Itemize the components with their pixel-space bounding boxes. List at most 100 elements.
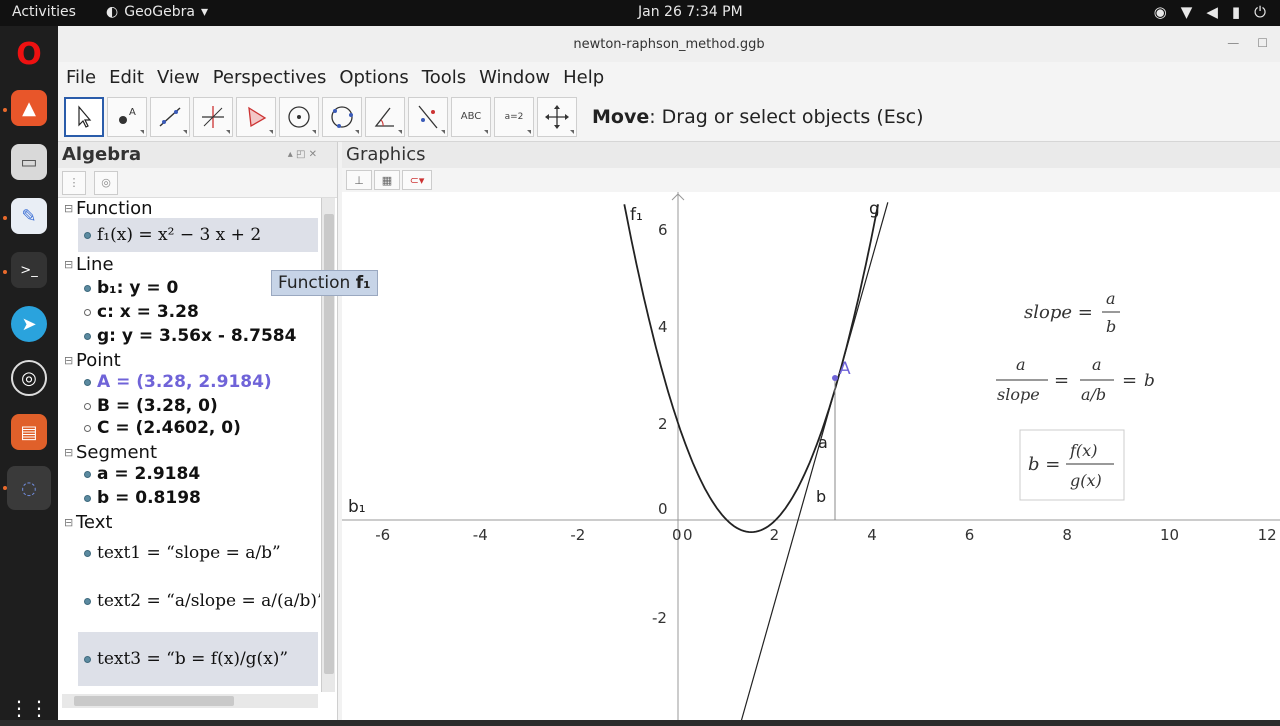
list-item-f1[interactable]: f₁(x) = x² − 3 x + 2 (78, 218, 318, 252)
brave-icon[interactable]: ▲ (11, 90, 47, 126)
label-f1: f₁ (630, 205, 643, 225)
text-tool-button[interactable]: ABC (451, 96, 491, 137)
list-item-C[interactable]: C = (2.4602, 0) (78, 418, 241, 438)
y-tick-label: 2 (658, 415, 668, 433)
text-editor-icon[interactable]: ✎ (11, 198, 47, 234)
auxiliary-objects-icon[interactable]: ◎ (94, 170, 118, 195)
collapse-icon[interactable]: ⊟ (64, 202, 73, 215)
list-item-c[interactable]: c: x = 3.28 (78, 302, 199, 322)
activities-button[interactable]: Activities (12, 4, 76, 20)
list-item-B[interactable]: B = (3.28, 0) (78, 396, 218, 416)
collapse-icon[interactable]: ⊟ (64, 446, 73, 459)
accessibility-icon[interactable]: ◉ (1154, 3, 1167, 21)
perpendicular-tool-button[interactable] (193, 96, 233, 137)
collapse-icon[interactable]: ⊟ (64, 354, 73, 367)
obs-icon[interactable]: ◎ (11, 360, 47, 396)
power-icon[interactable]: ⏻ (1254, 3, 1266, 21)
sort-icon[interactable]: ⋮ (62, 170, 86, 195)
volume-icon[interactable]: ◀ (1206, 3, 1218, 21)
geogebra-dock-icon[interactable]: ◌ (7, 466, 51, 510)
category-text[interactable]: ⊟ Text (64, 512, 112, 533)
category-function[interactable]: ⊟ Function (64, 198, 153, 219)
running-indicator (3, 486, 7, 490)
files-icon[interactable]: ▭ (11, 144, 47, 180)
category-segment[interactable]: ⊟ Segment (64, 442, 157, 463)
formula-text3[interactable]: b = f(x) g(x) (1019, 429, 1125, 501)
formula-den-a-over-b: a/b (1081, 385, 1106, 404)
app-menu[interactable]: ◐ GeoGebra ▾ (106, 4, 208, 20)
collapse-icon[interactable]: ⊟ (64, 516, 73, 529)
visibility-toggle-icon[interactable] (84, 597, 91, 605)
telegram-icon[interactable]: ➤ (11, 306, 47, 342)
formula-gx: g(x) (1070, 471, 1102, 490)
slider-tool-button[interactable]: a=2 (494, 96, 534, 137)
visibility-toggle-icon[interactable] (84, 332, 91, 340)
visibility-toggle-icon[interactable] (84, 378, 91, 386)
list-item-text3[interactable]: text3 = “b = f(x)/g(x)” (78, 632, 318, 686)
tangent-line-g[interactable] (740, 202, 889, 720)
impress-icon[interactable]: ▤ (11, 414, 47, 450)
visibility-toggle-icon[interactable] (84, 424, 91, 432)
show-axes-icon[interactable]: ⊥ (346, 170, 372, 190)
reflect-tool-button[interactable] (408, 96, 448, 137)
visibility-toggle-icon[interactable] (84, 284, 91, 292)
visibility-toggle-icon[interactable] (84, 549, 91, 557)
formula-b-eq: b = (1028, 454, 1060, 475)
list-item-text2[interactable]: text2 = “a/slope = a/(a/b)” (78, 576, 320, 626)
visibility-toggle-icon[interactable] (84, 470, 91, 478)
menu-file[interactable]: File (66, 67, 96, 88)
opera-icon[interactable]: O (11, 36, 47, 72)
y-tick-label: 6 (658, 221, 668, 239)
x-origin-label: 0 (683, 526, 693, 544)
menu-tools[interactable]: Tools (422, 67, 466, 88)
menu-edit[interactable]: Edit (109, 67, 144, 88)
algebra-horizontal-scrollbar[interactable] (62, 694, 318, 708)
visibility-toggle-icon[interactable] (84, 494, 91, 502)
visibility-toggle-icon[interactable] (84, 402, 91, 410)
category-line[interactable]: ⊟ Line (64, 254, 114, 275)
x-tick-label: -2 (570, 526, 585, 544)
list-item-A[interactable]: A = (3.28, 2.9184) (78, 372, 272, 392)
perpendicular-tool-icon (202, 105, 224, 128)
list-item-text1[interactable]: text1 = “slope = a/b” (78, 532, 281, 574)
minimize-icon[interactable]: — (1227, 36, 1239, 50)
list-item-g[interactable]: g: y = 3.56x - 8.7584 (78, 326, 296, 346)
point-A[interactable] (832, 375, 838, 381)
list-item-b1[interactable]: b₁: y = 0 (78, 278, 178, 298)
line-tool-button[interactable] (150, 96, 190, 137)
clock[interactable]: Jan 26 7:34 PM (638, 4, 743, 20)
angle-tool-button[interactable] (365, 96, 405, 137)
move-tool-button[interactable] (64, 96, 104, 137)
list-item-a[interactable]: a = 2.9184 (78, 464, 200, 484)
terminal-icon[interactable]: >_ (11, 252, 47, 288)
graphics-canvas[interactable]: -6 -4 -2 0 2 4 6 8 10 12 6 4 2 -2 00 f₁ g A a b b₁ sl… (342, 192, 1280, 720)
polygon-tool-button[interactable] (236, 96, 276, 137)
circle-tool-button[interactable] (279, 96, 319, 137)
visibility-toggle-icon[interactable] (84, 231, 91, 239)
collapse-icon[interactable]: ⊟ (64, 258, 73, 271)
list-item-b[interactable]: b = 0.8198 (78, 488, 201, 508)
menu-options[interactable]: Options (339, 67, 408, 88)
y-tick-label: 4 (658, 318, 668, 336)
wifi-icon[interactable]: ▼ (1181, 3, 1193, 21)
scrollbar-thumb[interactable] (74, 696, 234, 706)
battery-icon[interactable]: ▮ (1232, 3, 1240, 21)
menu-view[interactable]: View (157, 67, 200, 88)
menu-window[interactable]: Window (479, 67, 550, 88)
visibility-toggle-icon[interactable] (84, 308, 91, 316)
maximize-icon[interactable]: ☐ (1257, 36, 1268, 50)
menu-help[interactable]: Help (563, 67, 604, 88)
point-tool-button[interactable]: A (107, 96, 147, 137)
move-graphics-button[interactable] (537, 96, 577, 137)
formula-text1[interactable]: slope = a b (1024, 289, 1120, 336)
visibility-toggle-icon[interactable] (84, 655, 91, 663)
point-capturing-icon[interactable]: ⊂▾ (402, 170, 432, 190)
circle-three-points-button[interactable] (322, 96, 362, 137)
show-apps-icon[interactable]: ⋮⋮ (9, 690, 49, 726)
formula-text2[interactable]: a slope = a a/b = b (996, 355, 1155, 404)
x-tick-label: 10 (1160, 526, 1179, 544)
category-point[interactable]: ⊟ Point (64, 350, 121, 371)
panel-controls-icon[interactable]: ▴ ◰ ✕ (288, 142, 317, 168)
menu-perspectives[interactable]: Perspectives (213, 67, 327, 88)
show-grid-icon[interactable]: ▦ (374, 170, 400, 190)
